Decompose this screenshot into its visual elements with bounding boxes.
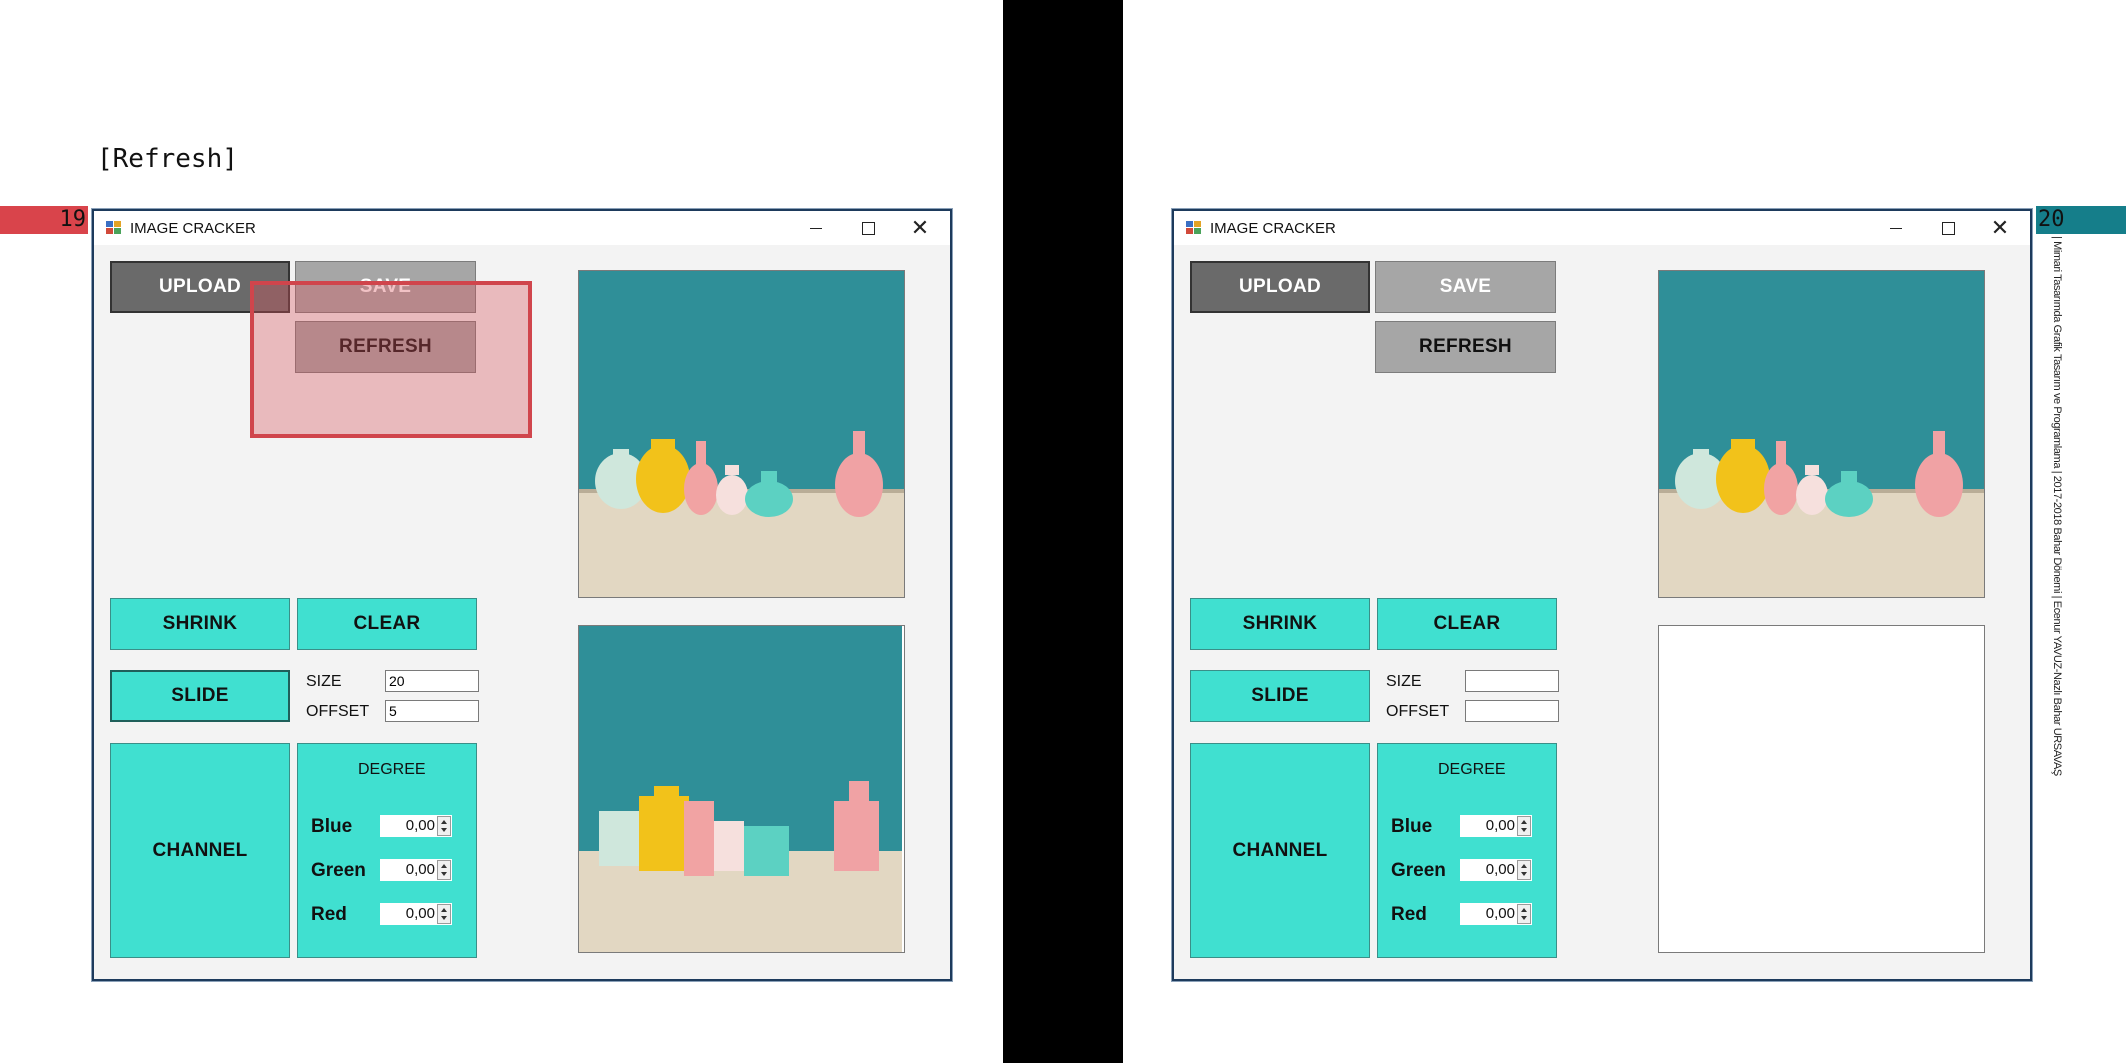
spinner-arrows-icon[interactable] [437,904,451,924]
side-credit: | Mimari Tasarımda Grafik Tasarım ve Pro… [2045,236,2065,776]
offset-input[interactable]: 5 [385,700,479,722]
red-value: 0,00 [405,905,435,922]
app-icon [106,221,122,235]
blue-label: Blue [1391,816,1433,837]
page-number-right: 20 [2036,206,2126,234]
channel-button[interactable]: CHANNEL [1190,743,1370,958]
size-input[interactable]: 20 [385,670,479,692]
spinner-arrows-icon[interactable] [437,860,451,880]
red-label: Red [311,904,347,925]
processed-image [578,625,905,953]
vases-photo [1659,271,1984,597]
close-icon[interactable]: ✕ [894,211,946,245]
title-bar: IMAGE CRACKER ✕ [94,211,950,245]
blue-spinner[interactable]: 0,00 [380,815,452,837]
app-window-right: IMAGE CRACKER ✕ UPLOAD SAVE REFRESH SHRI… [1172,209,2032,981]
maximize-icon[interactable] [842,211,894,245]
offset-label: OFFSET [306,703,370,720]
upload-button[interactable]: UPLOAD [1190,261,1370,313]
clear-button[interactable]: CLEAR [297,598,477,650]
red-label: Red [1391,904,1427,925]
window-title: IMAGE CRACKER [1210,220,1336,237]
green-value: 0,00 [1485,861,1515,878]
degree-panel: DEGREE Blue 0,00 Green 0,00 Red 0,00 [1377,743,1557,958]
window-title: IMAGE CRACKER [130,220,256,237]
maximize-icon[interactable] [1922,211,1974,245]
section-caption: [Refresh] [97,144,238,174]
size-label: SIZE [1386,673,1422,690]
slide-button[interactable]: SLIDE [110,670,290,722]
clear-button[interactable]: CLEAR [1377,598,1557,650]
spinner-arrows-icon[interactable] [437,816,451,836]
close-icon[interactable]: ✕ [1974,211,2026,245]
slide-button[interactable]: SLIDE [1190,670,1370,722]
green-spinner[interactable]: 0,00 [1460,859,1532,881]
processed-image-empty [1658,625,1985,953]
save-button[interactable]: SAVE [1375,261,1556,313]
shrink-button[interactable]: SHRINK [1190,598,1370,650]
spinner-arrows-icon[interactable] [1517,860,1531,880]
app-icon [1186,221,1202,235]
green-spinner[interactable]: 0,00 [380,859,452,881]
red-spinner[interactable]: 0,00 [1460,903,1532,925]
title-bar: IMAGE CRACKER ✕ [1174,211,2030,245]
blue-label: Blue [311,816,353,837]
offset-label: OFFSET [1386,703,1450,720]
original-image [1658,270,1985,598]
shrink-button[interactable]: SHRINK [110,598,290,650]
offset-input[interactable] [1465,700,1559,722]
blue-value: 0,00 [405,817,435,834]
original-image [578,270,905,598]
degree-label: DEGREE [358,761,426,778]
refresh-button[interactable]: REFRESH [1375,321,1556,373]
spinner-arrows-icon[interactable] [1517,904,1531,924]
green-label: Green [311,860,366,881]
green-label: Green [1391,860,1446,881]
vases-photo [579,271,904,597]
size-input[interactable] [1465,670,1559,692]
blue-spinner[interactable]: 0,00 [1460,815,1532,837]
side-credit-text: | Mimari Tasarımda Grafik Tasarım ve Pro… [2051,236,2063,776]
channel-button[interactable]: CHANNEL [110,743,290,958]
pixelated-vases-photo [579,626,904,952]
page-number-left: 19 [0,206,88,234]
red-value: 0,00 [1485,905,1515,922]
spinner-arrows-icon[interactable] [1517,816,1531,836]
red-spinner[interactable]: 0,00 [380,903,452,925]
page-divider [1003,0,1123,1063]
minimize-icon[interactable] [1870,211,1922,245]
blue-value: 0,00 [1485,817,1515,834]
green-value: 0,00 [405,861,435,878]
size-label: SIZE [306,673,342,690]
refresh-highlight [250,281,532,438]
minimize-icon[interactable] [790,211,842,245]
degree-panel: DEGREE Blue 0,00 Green 0,00 Red 0,00 [297,743,477,958]
degree-label: DEGREE [1438,761,1506,778]
